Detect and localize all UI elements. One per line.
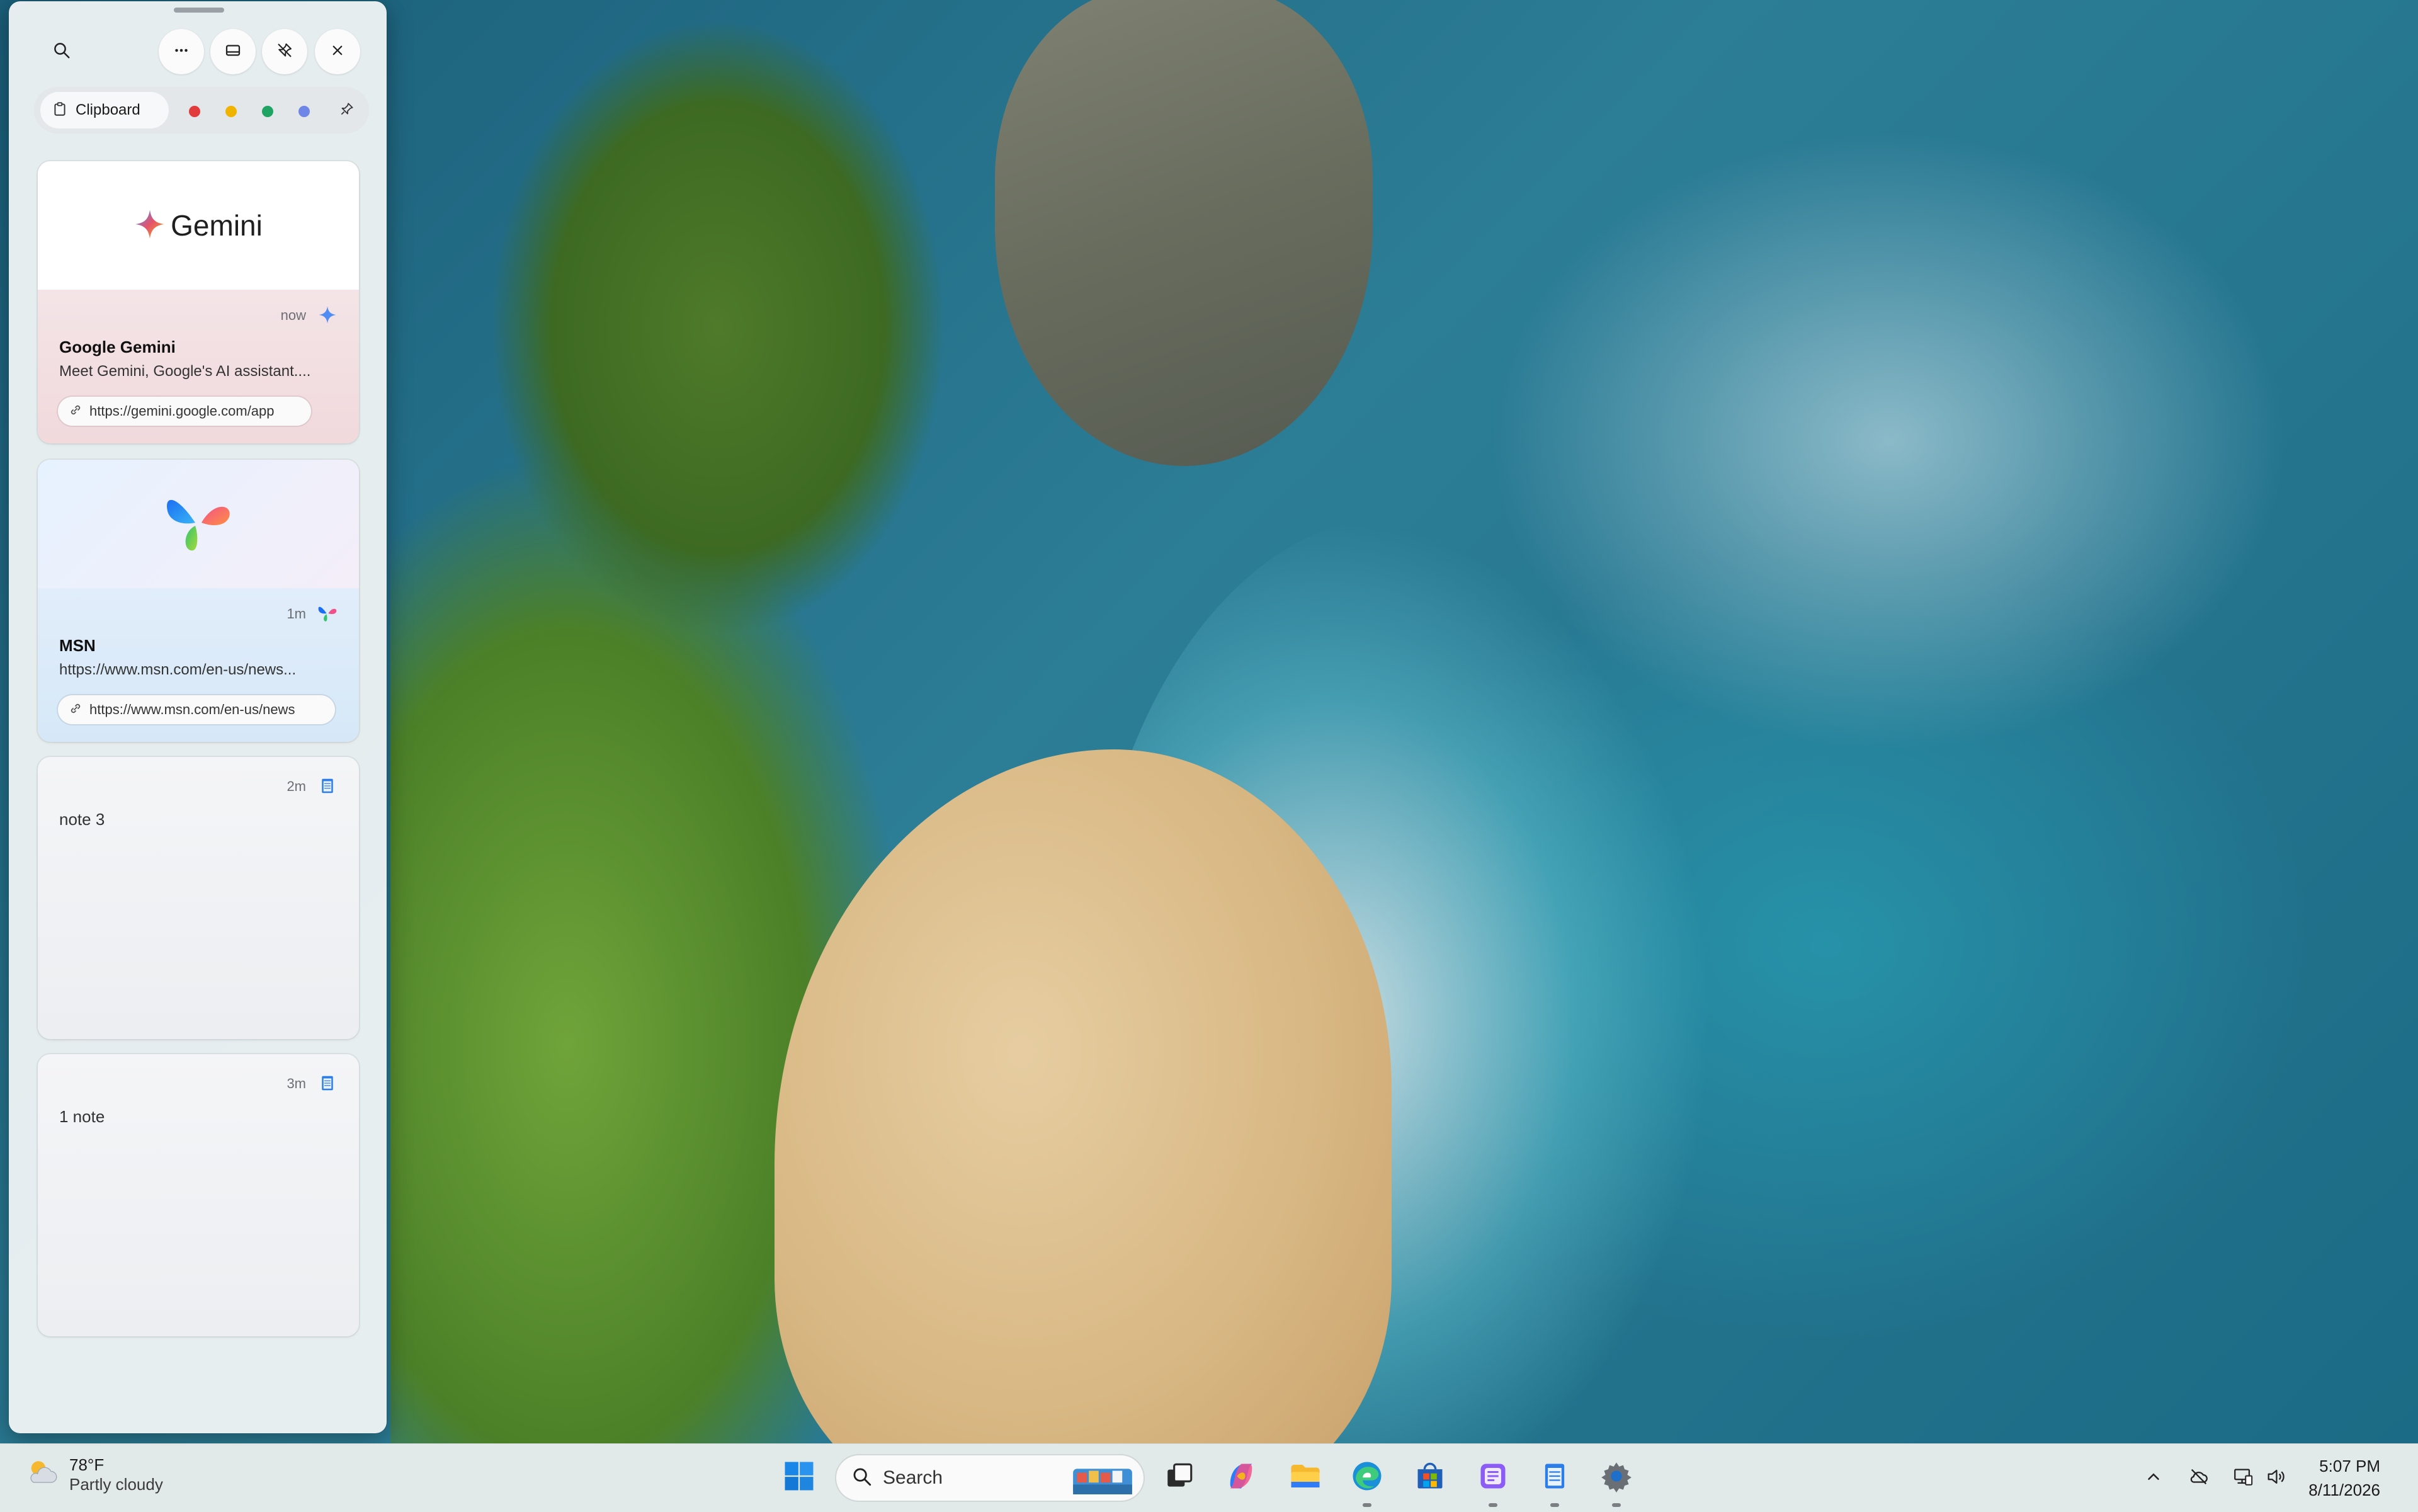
notes-app-button[interactable]: [1472, 1457, 1514, 1498]
search-highlight-image-icon: [1068, 1463, 1137, 1498]
item-time: 2m: [287, 778, 306, 794]
pinned-filter-button[interactable]: [334, 97, 360, 123]
start-icon: [782, 1459, 816, 1496]
more-options-button[interactable]: [159, 29, 204, 74]
chevron-up-icon: [2144, 1467, 2163, 1489]
onedrive-status-button[interactable]: [2184, 1463, 2214, 1493]
task-view-button[interactable]: [1159, 1457, 1200, 1498]
clock-time: 5:07 PM: [2319, 1457, 2380, 1475]
link-preview-image: [38, 460, 359, 588]
edge-button[interactable]: [1346, 1457, 1388, 1498]
item-description: https://www.msn.com/en-us/news...: [59, 661, 297, 678]
taskbar: 78°F Partly cloudy Search 5:07 PM 8/11/2…: [0, 1443, 2418, 1512]
search-button[interactable]: [39, 29, 84, 74]
partly-cloudy-icon: [23, 1454, 60, 1495]
network-icon: [2232, 1466, 2254, 1491]
filter-bar: Clipboard: [34, 87, 369, 134]
color-filter-blue[interactable]: [298, 106, 310, 117]
gemini-logo-text: Gemini: [171, 209, 263, 242]
notepad-button[interactable]: [1534, 1457, 1575, 1498]
copilot-icon: [1225, 1460, 1257, 1496]
wallpaper-cliff-rock: [995, 0, 1373, 466]
search-placeholder: Search: [883, 1467, 943, 1488]
start-button[interactable]: [778, 1457, 820, 1498]
running-indicator: [1363, 1503, 1371, 1507]
clipboard-item[interactable]: 2m note 3: [38, 757, 359, 1039]
running-indicator: [1612, 1503, 1621, 1507]
item-link[interactable]: https://www.msn.com/en-us/news: [58, 695, 335, 724]
clipboard-item[interactable]: Gemini now Google Gemini Meet Gemini, Go…: [38, 161, 359, 443]
close-button[interactable]: [315, 29, 360, 74]
item-title: Google Gemini: [59, 338, 176, 356]
item-time: now: [280, 307, 306, 323]
clipboard-icon: [52, 101, 68, 120]
store-icon: [1414, 1460, 1446, 1496]
notepad-app-icon: [315, 1071, 340, 1096]
clipboard-item[interactable]: 1m MSN https://www.msn.com/en-us/news...…: [38, 460, 359, 742]
unpin-button[interactable]: [262, 29, 307, 74]
pin-icon: [339, 101, 355, 120]
search-icon: [52, 41, 71, 63]
link-preview-image: Gemini: [38, 161, 359, 290]
volume-button[interactable]: [2261, 1463, 2291, 1493]
link-icon: [68, 701, 83, 719]
running-indicator: [1550, 1503, 1559, 1507]
file-explorer-button[interactable]: [1285, 1457, 1326, 1498]
cloud-offline-icon: [2188, 1466, 2210, 1491]
msn-butterfly-logo-icon: [161, 486, 236, 563]
taskbar-search[interactable]: Search: [836, 1455, 1144, 1501]
edge-icon: [1350, 1459, 1384, 1496]
color-filter-green[interactable]: [262, 106, 273, 117]
store-button[interactable]: [1409, 1457, 1451, 1498]
notepad-icon: [1538, 1460, 1571, 1496]
clock-date: 8/11/2026: [2308, 1481, 2380, 1499]
weather-temperature: 78°F: [69, 1455, 105, 1474]
file-explorer-icon: [1288, 1459, 1322, 1496]
more-icon: [172, 41, 191, 63]
network-button[interactable]: [2228, 1463, 2258, 1493]
item-description: Meet Gemini, Google's AI assistant....: [59, 363, 311, 380]
weather-widget[interactable]: 78°F Partly cloudy: [23, 1454, 163, 1495]
running-indicator: [1489, 1503, 1497, 1507]
item-time: 1m: [287, 606, 306, 622]
window-layout-icon: [224, 41, 242, 63]
close-icon: [328, 41, 347, 63]
notes-app-icon: [1477, 1460, 1509, 1496]
link-url: https://www.msn.com/en-us/news: [89, 702, 295, 717]
gemini-app-icon: [315, 302, 340, 327]
tab-clipboard-label: Clipboard: [76, 101, 140, 118]
msn-app-icon: [315, 601, 340, 626]
copilot-button[interactable]: [1220, 1457, 1262, 1498]
notepad-app-icon: [315, 773, 340, 799]
item-title: MSN: [59, 636, 96, 655]
search-icon: [851, 1466, 873, 1491]
settings-button[interactable]: [1596, 1457, 1637, 1498]
clipboard-panel: Clipboard Gemini now Google Gemini Meet …: [9, 1, 387, 1433]
weather-condition: Partly cloudy: [69, 1474, 163, 1494]
clock[interactable]: 5:07 PM 8/11/2026: [2308, 1454, 2380, 1502]
item-link[interactable]: https://gemini.google.com/app: [58, 397, 311, 426]
color-filter-red[interactable]: [189, 106, 200, 117]
task-view-icon: [1164, 1460, 1195, 1495]
compact-view-button[interactable]: [210, 29, 256, 74]
tab-clipboard[interactable]: Clipboard: [40, 92, 169, 128]
show-hidden-icons-button[interactable]: [2138, 1463, 2169, 1493]
volume-icon: [2265, 1466, 2286, 1491]
clipboard-item[interactable]: 3m 1 note: [38, 1054, 359, 1336]
color-filter-yellow[interactable]: [225, 106, 237, 117]
item-time: 3m: [287, 1076, 306, 1091]
settings-icon: [1600, 1460, 1633, 1496]
note-text: note 3: [59, 810, 105, 829]
gemini-sparkle-icon: [134, 208, 166, 243]
panel-drag-handle[interactable]: [174, 8, 224, 13]
link-icon: [68, 402, 83, 421]
note-text: 1 note: [59, 1107, 105, 1126]
unpin-icon: [275, 41, 294, 63]
link-url: https://gemini.google.com/app: [89, 403, 275, 419]
